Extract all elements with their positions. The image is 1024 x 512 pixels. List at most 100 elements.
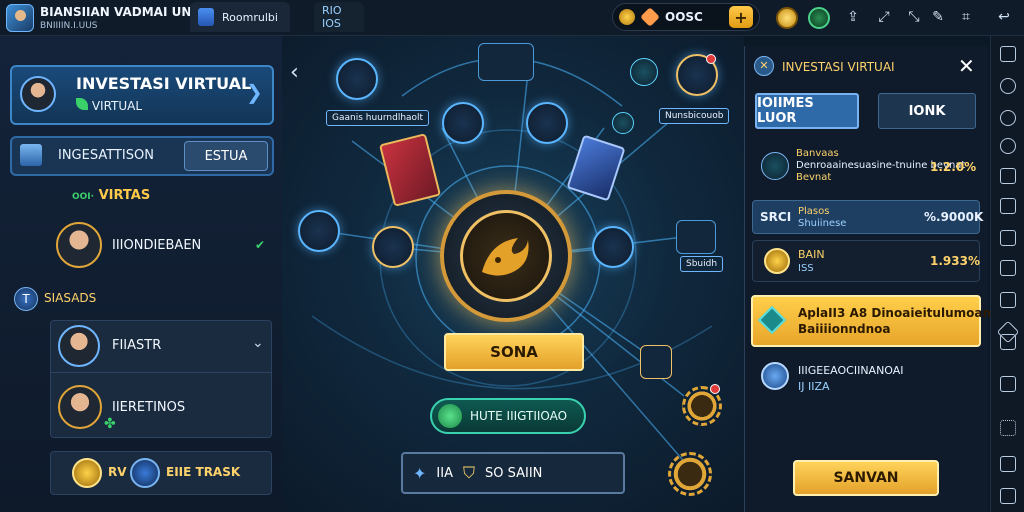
shield-node-icon[interactable] [336,58,378,100]
bottom-label: EIIE TRASK [166,465,241,479]
check-icon: ✔ [255,238,266,252]
tab-label: Roomrulbi [222,10,278,24]
estua-button[interactable]: ESTUA [184,141,268,171]
bottom-prefix: RV [108,465,127,479]
node-tag: Sbuidh [680,256,724,272]
clipboard-icon[interactable] [1000,376,1016,392]
ruby-gem-icon [640,7,660,27]
shield-icon: ⛉ [462,463,475,482]
node-tag: Nunsbicouob [659,108,730,124]
group-label: SIASADS [44,291,97,305]
orb-node-icon[interactable] [630,58,658,86]
document-node-icon[interactable] [478,43,534,81]
row-value: %.9000K [924,210,984,224]
coin-icon [764,248,790,274]
section-prefix: OOI· [72,192,95,202]
wallet-node-icon[interactable] [372,226,414,268]
cube-node-icon[interactable] [676,220,716,254]
tab-label: RIO IOS [322,4,342,30]
currency-bar: OOSC + [612,3,760,31]
chevron-down-icon[interactable]: ⌄ [252,335,264,351]
avatar[interactable] [56,222,102,268]
featured-name: IIIONDIEBAEN [112,238,202,253]
back-icon[interactable]: ↩ [996,9,1012,25]
chevron-right-icon[interactable]: ❯ [246,80,263,104]
back-arrow-icon[interactable]: ‹ [290,60,299,85]
image-icon[interactable] [1000,292,1016,308]
green-action-pill[interactable]: HUTE IIIGTIIOAO [430,398,586,434]
node-tag: Gaanis huurndlhaolt [326,110,430,126]
tab-iomes-luor[interactable]: IOIIMES LUOR [755,93,859,129]
sidebar-icon[interactable] [1000,334,1016,350]
book-node-icon[interactable] [526,102,568,144]
grid-icon[interactable] [1000,420,1016,436]
rotate-left-icon[interactable] [1000,110,1016,126]
layout-icon[interactable] [1000,230,1016,246]
book-icon [20,144,42,166]
profile-title: INVESTASI VIRTUAL [76,74,252,93]
tablet-node-icon[interactable] [298,210,340,252]
gold-coin-icon[interactable] [776,7,798,29]
globe-icon [761,362,789,390]
clover-icon: ✤ [104,416,116,432]
section-title: OOI· VIRTAS [72,188,150,203]
edit-icon[interactable]: ✎ [930,9,946,25]
tab-roomrulbi[interactable]: Roomrulbi [190,2,290,32]
shield-label: SO SAIIN [484,465,543,481]
rotate-right-icon[interactable] [1000,138,1016,154]
screen-icon[interactable] [1000,168,1016,184]
sanvan-button[interactable]: SANVAN [793,460,939,496]
compass-icon [130,458,160,488]
gauge-node-icon[interactable] [592,226,634,268]
camera-node-icon[interactable] [442,102,484,144]
expand-icon[interactable]: ⤢ [876,9,892,25]
rotate-icon[interactable] [1000,78,1016,94]
list-item-name: IIERETINOS [112,400,186,415]
leaf-icon [76,98,88,110]
minimize-icon[interactable]: ⤡ [906,9,922,25]
avatar [58,385,102,429]
alert-dot-icon [710,384,720,394]
profile-subtitle-text: VIRTUAL [91,99,143,113]
check-circle-icon [438,404,462,428]
green-pill-label: HUTE IIIGTIIOAO [470,409,568,423]
lock-node-icon[interactable] [640,345,672,379]
gold-gem-icon [619,9,635,25]
folder-icon[interactable] [1000,456,1016,472]
divider [50,372,272,373]
search-label: INGESATTISON [58,148,154,163]
bottom-search-bar[interactable]: ✦ IIA ⛉ SO SAIIN [401,452,625,494]
crop-icon[interactable]: ⌗ [958,9,974,25]
row-name: BAIN [798,248,825,261]
share-icon[interactable]: ⇪ [845,9,861,25]
row-code: SRCI [760,210,792,224]
avatar [20,76,56,112]
highlight-card[interactable] [751,295,981,347]
green-coin-icon[interactable] [808,7,830,29]
window-icon[interactable] [1000,46,1016,62]
stat-line1: Banvaas [796,148,839,159]
currency-value: OOSC [665,10,703,24]
alert-dot-icon [706,54,716,64]
delete-icon[interactable] [1000,198,1016,214]
sona-button[interactable]: SONA [444,333,584,371]
globe-node-icon[interactable] [612,112,634,134]
row-line2: Shuiinese [798,218,847,229]
row-value: 1.933% [930,254,980,268]
info-line2: IJ IIZA [798,380,830,393]
row-sub: ISS [798,263,814,274]
home-icon[interactable] [1000,488,1016,504]
stat-value: 1.2.0% [930,160,977,174]
add-currency-button[interactable]: + [729,6,753,28]
app-logo[interactable] [6,4,34,32]
settings-gear-icon[interactable] [668,452,712,496]
square-icon[interactable] [1000,260,1016,276]
hub-bird-icon [482,238,529,276]
list-item-name: FIIASTR [112,338,162,353]
puzzle-icon: ✦ [413,463,427,483]
close-icon[interactable]: ✕ [958,54,975,78]
avatar [58,325,100,367]
tab-rio-ios[interactable]: RIO IOS [314,2,364,32]
badge-icon [761,152,789,180]
tab-ionk[interactable]: IONK [878,93,976,129]
